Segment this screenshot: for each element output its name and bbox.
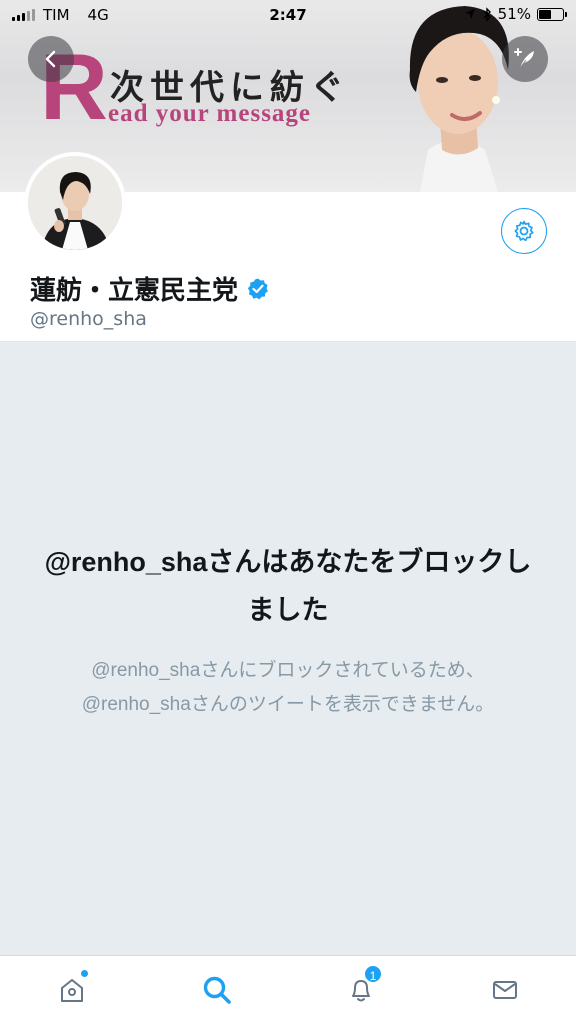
banner-tagline-en: ead your message [108,100,312,127]
home-icon [61,979,83,1002]
blocked-message: @renho_shaさんにブロックされているため、@renho_shaさんのツイ… [81,660,495,715]
profile-display-name: 蓮舫・立憲民主党 [30,276,239,306]
profile-handle: @renho_sha [30,308,147,330]
home-new-dot [81,970,88,977]
tab-messages[interactable] [485,970,525,1010]
notifications-badge: 1 [363,964,383,984]
messages-icon [493,981,517,999]
tab-home[interactable] [52,970,92,1010]
verified-badge-icon [247,278,268,299]
avatar-photo [28,156,122,250]
back-button[interactable] [28,36,74,82]
chevron-left-icon [45,50,56,68]
compose-tweet-button[interactable] [502,36,548,82]
tab-search[interactable] [197,970,237,1010]
profile-settings-button[interactable] [501,208,547,254]
profile-avatar[interactable] [24,152,126,254]
blocked-notice: @renho_shaさんはあなたをブロックしました @renho_shaさんにブ… [40,538,536,722]
search-icon [203,976,231,1004]
blocked-title: @renho_shaさんはあなたをブロックしました [44,547,532,625]
tab-notifications[interactable]: 1 [341,964,383,1010]
battery-percent: 51% [497,5,531,23]
status-bar: TIM 4G 2:47 51% [0,0,576,30]
compose-feather-icon [514,48,534,69]
gear-icon [514,220,534,242]
bottom-tab-bar: 1 [0,955,576,1024]
bluetooth-icon [483,6,491,22]
location-icon [464,9,475,19]
battery-icon [537,7,567,21]
